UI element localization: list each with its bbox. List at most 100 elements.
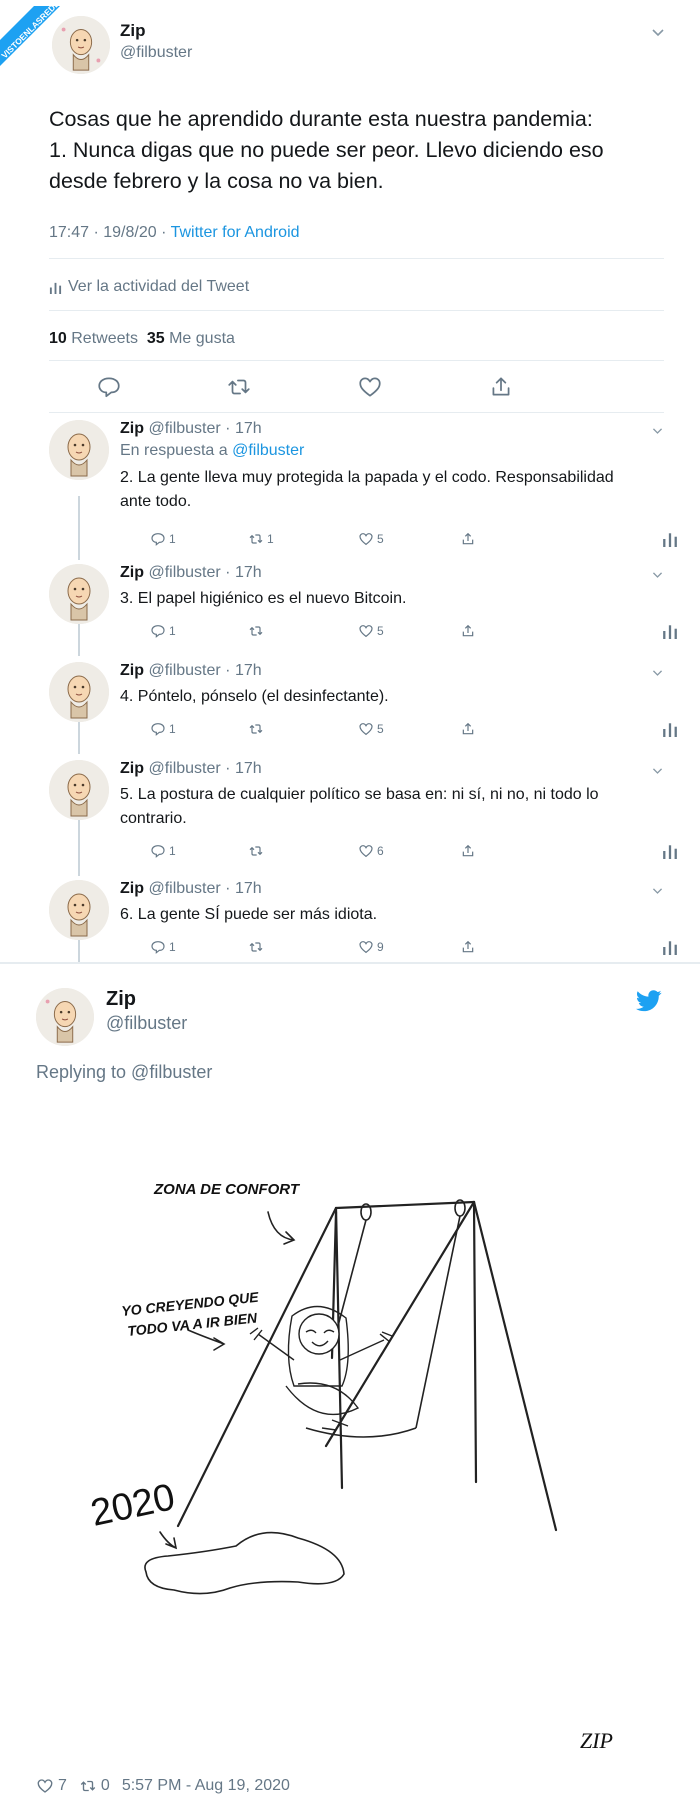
retweet-icon[interactable]: [226, 374, 252, 400]
chevron-down-icon[interactable]: [651, 568, 664, 581]
reply-tweet[interactable]: Zip @filbuster · 17h 3. El papel higiéni…: [30, 564, 684, 644]
share-icon[interactable]: [488, 374, 514, 400]
avatar[interactable]: [49, 662, 109, 722]
retweet-button[interactable]: [248, 622, 267, 640]
reply-handle-time[interactable]: @filbuster · 17h: [148, 760, 261, 777]
chevron-down-icon[interactable]: [651, 666, 664, 679]
like-button[interactable]: 5: [358, 622, 384, 640]
retweet-count: 0: [100, 1777, 110, 1794]
tweet-text-line: Cosas que he aprendido durante esta nues…: [49, 107, 593, 131]
avatar-illustration: [49, 880, 109, 940]
twitter-bird-icon[interactable]: [636, 990, 662, 1012]
avatar-illustration: [52, 16, 110, 74]
avatar[interactable]: [52, 16, 110, 74]
reply-button[interactable]: 1: [150, 938, 176, 956]
like-icon: [359, 941, 373, 954]
analytics-button[interactable]: [662, 622, 678, 640]
avatar[interactable]: [49, 564, 109, 624]
cartoon-image[interactable]: ZONA DE CONFORT YO CREYENDO QUE TODO VA …: [36, 1128, 662, 1768]
chevron-down-icon[interactable]: [650, 24, 666, 40]
replying-to[interactable]: Replying to @filbuster: [36, 1062, 212, 1083]
like-button[interactable]: 5: [358, 530, 384, 548]
chevron-down-icon[interactable]: [651, 764, 664, 777]
reply-icon[interactable]: [96, 374, 122, 400]
author-handle[interactable]: @filbuster: [106, 1013, 187, 1034]
avatar[interactable]: [49, 760, 109, 820]
reply-handle-time[interactable]: @filbuster · 17h: [148, 662, 261, 679]
likes-stat[interactable]: 35 Me gusta: [147, 330, 235, 347]
tweet-source-link[interactable]: Twitter for Android: [171, 224, 300, 241]
analytics-icon: [663, 845, 677, 859]
chevron-down-icon[interactable]: [651, 884, 664, 897]
reply-handle-time[interactable]: @filbuster · 17h: [148, 880, 261, 897]
like-count: 9: [377, 940, 384, 954]
reply-button[interactable]: 1: [150, 842, 176, 860]
reply-text: 5. La postura de cualquier político se b…: [120, 783, 660, 831]
reply-tweet[interactable]: Zip @filbuster · 17h En respuesta a @fil…: [30, 420, 684, 548]
retweet-button[interactable]: [248, 842, 267, 860]
reply-author-name[interactable]: Zip: [120, 420, 144, 437]
reply-text-line: 6. La gente SÍ puede ser más idiota.: [120, 906, 378, 923]
retweet-icon: [249, 846, 263, 856]
reply-button[interactable]: 1: [150, 720, 176, 738]
retweet-button[interactable]: [248, 720, 267, 738]
analytics-button[interactable]: [662, 938, 678, 956]
share-button[interactable]: [460, 842, 476, 860]
tweet-stats: 10 Retweets 35 Me gusta: [49, 330, 235, 348]
reply-tweet[interactable]: Zip @filbuster · 17h 4. Póntelo, pónselo…: [30, 662, 684, 742]
retweet-button[interactable]: 1: [248, 530, 274, 548]
tweet-timestamp[interactable]: 17:47 · 19/8/20 ·: [49, 224, 171, 241]
retweet-button[interactable]: 0: [79, 1777, 110, 1795]
avatar[interactable]: [36, 988, 94, 1046]
tweet-text: Cosas que he aprendido durante esta nues…: [49, 104, 649, 197]
like-button[interactable]: 6: [358, 842, 384, 860]
reply-text-line: 2. La gente lleva muy protegida la papad…: [120, 469, 614, 486]
reply-button[interactable]: 1: [150, 530, 176, 548]
reply-author-name[interactable]: Zip: [120, 880, 144, 897]
reply-author-name[interactable]: Zip: [120, 662, 144, 679]
analytics-button[interactable]: [662, 842, 678, 860]
author-handle[interactable]: @filbuster: [120, 44, 192, 62]
like-button[interactable]: 7: [36, 1777, 67, 1795]
author-name[interactable]: Zip: [106, 988, 136, 1011]
tweet-timestamp[interactable]: 5:57 PM - Aug 19, 2020: [122, 1777, 290, 1795]
retweets-stat[interactable]: 10 Retweets: [49, 330, 138, 347]
reply-author-name[interactable]: Zip: [120, 760, 144, 777]
reply-count: 1: [169, 624, 176, 638]
reply-tweet[interactable]: Zip @filbuster · 17h 5. La postura de cu…: [30, 760, 684, 864]
reply-text-line: 5. La postura de cualquier político se b…: [120, 786, 599, 803]
chevron-down-icon[interactable]: [651, 424, 664, 437]
author-name[interactable]: Zip: [120, 21, 146, 41]
reply-handle-time[interactable]: @filbuster · 17h: [148, 564, 261, 581]
retweets-count: 10: [49, 330, 67, 347]
reply-actions: 1 9: [120, 938, 684, 956]
share-icon: [462, 722, 474, 735]
analytics-button[interactable]: [662, 530, 678, 548]
label-comfort-zone: ZONA DE CONFORT: [153, 1181, 301, 1198]
tweet-text-line: 1. Nunca digas que no puede ser peor. Ll…: [49, 138, 604, 162]
share-button[interactable]: [460, 622, 476, 640]
avatar[interactable]: [49, 420, 109, 480]
reply-text: 2. La gente lleva muy protegida la papad…: [120, 466, 660, 514]
reply-handle-time[interactable]: @filbuster · 17h: [148, 420, 261, 437]
share-button[interactable]: [460, 938, 476, 956]
retweet-button[interactable]: [248, 938, 267, 956]
like-count: 5: [377, 624, 384, 638]
like-icon[interactable]: [357, 374, 383, 400]
reply-text-line: 4. Póntelo, pónselo (el desinfectante).: [120, 688, 389, 705]
avatar[interactable]: [49, 880, 109, 940]
like-button[interactable]: 5: [358, 720, 384, 738]
share-button[interactable]: [460, 720, 476, 738]
reply-author-name[interactable]: Zip: [120, 564, 144, 581]
retweet-icon: [249, 724, 263, 734]
tweet-activity-link[interactable]: Ver la actividad del Tweet: [49, 278, 249, 296]
share-button[interactable]: [460, 530, 476, 548]
reply-tweet[interactable]: Zip @filbuster · 17h 6. La gente SÍ pued…: [30, 880, 684, 960]
reply-to-handle[interactable]: @filbuster: [232, 442, 304, 459]
reply-button[interactable]: 1: [150, 622, 176, 640]
reply-text-line: ante todo.: [120, 493, 192, 510]
like-button[interactable]: 9: [358, 938, 384, 956]
analytics-button[interactable]: [662, 720, 678, 738]
reply-actions: 1 5: [120, 622, 684, 640]
reply-text-line: contrario.: [120, 810, 187, 827]
